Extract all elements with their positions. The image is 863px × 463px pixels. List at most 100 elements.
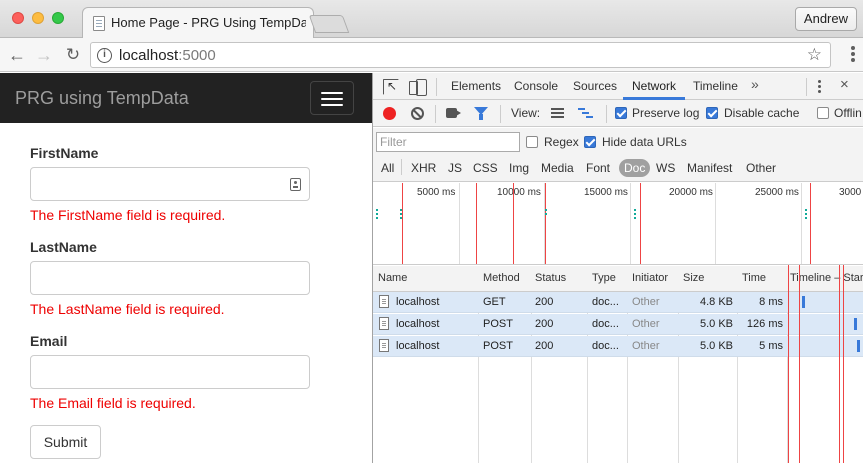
disable-cache-label: Disable cache — [724, 106, 800, 120]
disable-cache-checkbox[interactable] — [706, 107, 718, 119]
column-header-timeline[interactable]: Timeline – Start — [790, 272, 863, 284]
reload-icon[interactable]: ↻ — [61, 43, 85, 67]
type-filter-all[interactable]: All — [381, 159, 394, 177]
tab-network[interactable]: Network — [632, 79, 676, 93]
close-devtools-icon[interactable]: × — [840, 76, 849, 93]
clear-icon[interactable] — [411, 107, 424, 120]
overview-request-mark — [545, 213, 547, 215]
type-filter-media[interactable]: Media — [541, 159, 574, 177]
address-bar[interactable]: i localhost:5000 ☆ — [90, 42, 831, 68]
close-window-button[interactable] — [12, 12, 24, 24]
large-rows-icon[interactable] — [551, 108, 564, 118]
new-tab-button[interactable] — [308, 15, 350, 33]
tab-console[interactable]: Console — [514, 79, 558, 93]
request-method: GET — [483, 296, 506, 308]
column-header-initiator[interactable]: Initiator — [632, 272, 668, 284]
network-overview[interactable]: 5000 ms 10000 ms 15000 ms 20000 ms 25000… — [373, 183, 863, 265]
column-header-time[interactable]: Time — [742, 272, 766, 284]
capture-screenshots-icon[interactable] — [446, 108, 461, 118]
request-waterfall-bar — [857, 340, 860, 352]
browser-tab-home[interactable]: Home Page - PRG Using TempData — [82, 7, 314, 39]
overview-request-mark — [400, 209, 402, 211]
request-size: 5.0 KB — [699, 318, 733, 330]
url-text[interactable]: localhost:5000 — [119, 47, 216, 64]
table-row[interactable]: localhost POST 200 doc... Other 5.0 KB 5… — [373, 336, 863, 357]
type-filter-xhr[interactable]: XHR — [411, 159, 436, 177]
type-filter-other[interactable]: Other — [746, 159, 776, 177]
filter-input[interactable]: Filter — [376, 132, 520, 152]
type-filter-css[interactable]: CSS — [473, 159, 498, 177]
bookmark-star-icon[interactable]: ☆ — [807, 45, 822, 65]
browser-titlebar: Home Page - PRG Using TempData Andrew — [0, 0, 863, 39]
request-initiator: Other — [632, 318, 660, 330]
back-arrow-icon[interactable]: ← — [5, 43, 29, 67]
column-header-type[interactable]: Type — [592, 272, 616, 284]
type-filter-doc[interactable]: Doc — [619, 159, 651, 177]
hamburger-line — [321, 98, 343, 100]
lastname-input[interactable] — [30, 261, 310, 295]
regex-checkbox[interactable] — [526, 136, 538, 148]
devtools-panel: Elements Console Sources Network Timelin… — [372, 73, 863, 463]
load-event-marker — [799, 265, 800, 463]
submit-button[interactable]: Submit — [30, 425, 101, 459]
toolbar-divider — [436, 78, 437, 96]
request-type: doc... — [592, 296, 619, 308]
offline-checkbox[interactable] — [817, 107, 829, 119]
profile-button[interactable]: Andrew — [794, 7, 857, 31]
network-toolbar: View: Preserve log Disable cache Offlin — [373, 100, 863, 127]
request-type: doc... — [592, 318, 619, 330]
filter-icon[interactable] — [474, 107, 488, 120]
request-size: 4.8 KB — [699, 296, 733, 308]
forward-arrow-icon[interactable]: → — [32, 43, 56, 67]
overview-tick-label: 20000 ms — [669, 187, 713, 198]
preserve-log-label: Preserve log — [632, 106, 700, 120]
web-page: PRG using TempData FirstName The FirstNa… — [0, 73, 372, 463]
hamburger-line — [321, 92, 343, 94]
email-input[interactable] — [30, 355, 310, 389]
tab-timeline[interactable]: Timeline — [693, 79, 738, 93]
regex-label: Regex — [544, 135, 579, 149]
type-filter-font[interactable]: Font — [586, 159, 610, 177]
navbar-toggle-button[interactable] — [310, 81, 354, 115]
overview-request-mark — [545, 209, 547, 211]
site-info-icon[interactable]: i — [97, 48, 112, 63]
device-toolbar-icon[interactable] — [409, 79, 427, 96]
more-tabs-icon[interactable]: » — [751, 76, 759, 92]
tab-sources[interactable]: Sources — [573, 79, 617, 93]
request-status: 200 — [535, 318, 554, 330]
maximize-window-button[interactable] — [52, 12, 64, 24]
hide-data-urls-checkbox[interactable] — [584, 136, 596, 148]
overview-request-mark — [376, 213, 378, 215]
tab-elements[interactable]: Elements — [451, 79, 501, 93]
minimize-window-button[interactable] — [32, 12, 44, 24]
browser-menu-icon[interactable] — [851, 46, 855, 64]
type-filter-img[interactable]: Img — [509, 159, 529, 177]
record-icon[interactable] — [383, 107, 396, 120]
type-filter-manifest[interactable]: Manifest — [687, 159, 732, 177]
inspect-element-icon[interactable] — [383, 79, 399, 95]
table-row[interactable]: localhost POST 200 doc... Other 5.0 KB 1… — [373, 314, 863, 335]
request-waterfall-bar — [854, 318, 857, 330]
load-event-marker — [545, 183, 546, 264]
table-row[interactable]: localhost GET 200 doc... Other 4.8 KB 8 … — [373, 292, 863, 313]
load-event-marker — [476, 183, 477, 264]
document-icon — [379, 339, 389, 352]
type-filter-ws[interactable]: WS — [656, 159, 675, 177]
firstname-error: The FirstName field is required. — [30, 207, 226, 223]
column-header-method[interactable]: Method — [483, 272, 520, 284]
hamburger-line — [321, 104, 343, 106]
preserve-log-checkbox[interactable] — [615, 107, 627, 119]
column-header-name[interactable]: Name — [378, 272, 407, 284]
column-header-size[interactable]: Size — [683, 272, 704, 284]
overview-icon[interactable] — [578, 108, 594, 118]
navbar-brand[interactable]: PRG using TempData — [15, 88, 189, 109]
column-header-status[interactable]: Status — [535, 272, 566, 284]
toolbar-divider — [401, 159, 402, 175]
request-time: 126 ms — [746, 318, 783, 330]
autofill-contact-icon[interactable] — [290, 178, 301, 191]
toolbar-divider — [500, 105, 501, 123]
load-event-marker — [839, 265, 840, 463]
type-filter-js[interactable]: JS — [448, 159, 462, 177]
firstname-input[interactable] — [30, 167, 310, 201]
devtools-menu-icon[interactable] — [818, 80, 821, 95]
